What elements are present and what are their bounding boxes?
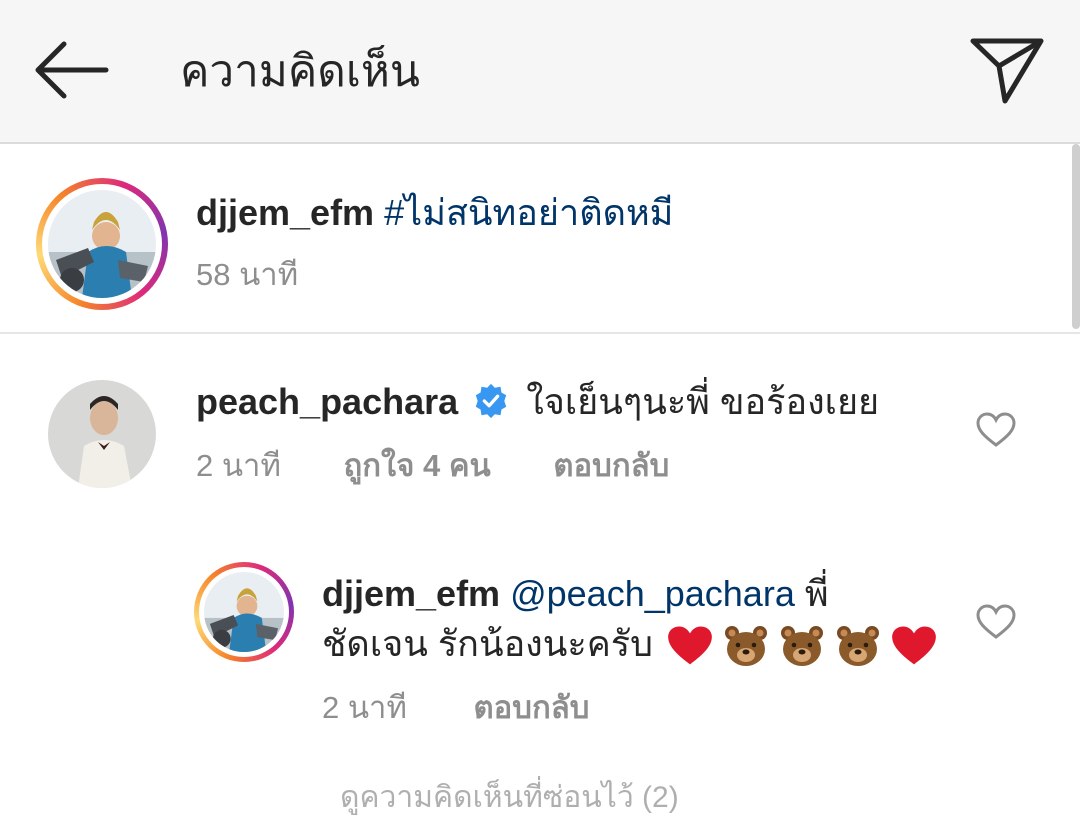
- avatar[interactable]: [48, 380, 156, 488]
- view-hidden-comments-link[interactable]: ดูความคิดเห็นที่ซ่อนไว้ (2): [340, 774, 679, 821]
- reply-mention[interactable]: @peach_pachara: [510, 573, 795, 614]
- paper-plane-icon: [970, 38, 1044, 104]
- arrow-left-icon: [35, 41, 109, 99]
- reply-button[interactable]: ตอบกลับ: [474, 690, 590, 725]
- caption-username[interactable]: djjem_efm: [196, 192, 374, 233]
- bear-emoji-icon: [725, 626, 768, 667]
- bear-emoji-icon: [781, 626, 824, 667]
- reply-text: ชัดเจน รักน้องนะครับ: [322, 623, 653, 664]
- like-button[interactable]: [976, 604, 1016, 640]
- avatar-photo-icon: [204, 572, 284, 652]
- heart-emoji-icon: [892, 626, 936, 665]
- share-button[interactable]: [968, 34, 1046, 106]
- avatar-photo-icon: [48, 380, 156, 488]
- caption-time: 58 นาที: [196, 257, 299, 292]
- comment-text: ใจเย็นๆนะพี่ ขอร้องเยย: [526, 381, 880, 422]
- reply-username[interactable]: djjem_efm: [322, 573, 500, 614]
- emoji-row: [667, 623, 937, 667]
- avatar-photo-icon: [48, 190, 156, 298]
- comment-time: 2 นาที: [196, 448, 281, 483]
- caption-row: djjem_efm #ไม่สนิทอย่าติดหมี 58 นาที: [0, 144, 1080, 334]
- reply-text-tail: พี่: [804, 573, 829, 614]
- avatar[interactable]: [194, 562, 294, 662]
- heart-outline-icon: [976, 604, 1016, 639]
- avatar[interactable]: [36, 178, 168, 310]
- heart-emoji-icon: [668, 626, 712, 665]
- verified-badge-icon: [475, 383, 507, 419]
- bear-emoji-icon: [837, 626, 880, 667]
- reply-time: 2 นาที: [322, 690, 407, 725]
- caption-hashtag[interactable]: #ไม่สนิทอย่าติดหมี: [384, 192, 673, 233]
- comment-username[interactable]: peach_pachara: [196, 381, 458, 422]
- page-title: ความคิดเห็น: [180, 47, 420, 96]
- comment-likes-link[interactable]: ถูกใจ 4 คน: [344, 448, 491, 483]
- top-bar: ความคิดเห็น: [0, 0, 1080, 144]
- back-button[interactable]: [28, 38, 112, 102]
- heart-outline-icon: [976, 412, 1016, 447]
- like-button[interactable]: [976, 412, 1016, 448]
- reply-button[interactable]: ตอบกลับ: [553, 448, 669, 483]
